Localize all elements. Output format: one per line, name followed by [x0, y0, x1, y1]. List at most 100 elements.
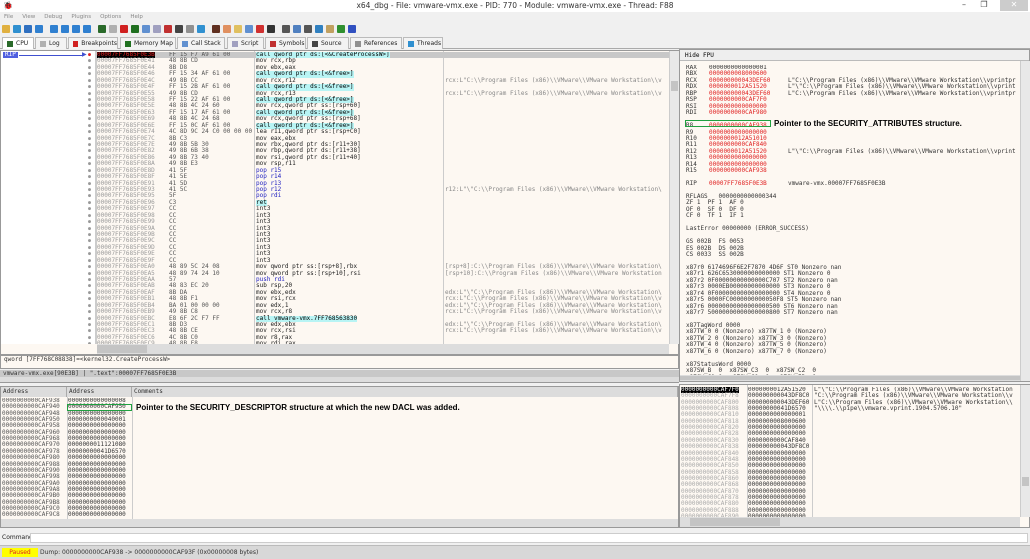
tab-breakpoints[interactable]: Breakpoints [68, 37, 118, 49]
menu-view[interactable]: View [22, 14, 35, 20]
register-value[interactable]: 00007FF7685F0E3B [709, 180, 767, 187]
tab-label: Symbols [279, 40, 305, 47]
dump-header-address[interactable]: Address [1, 387, 67, 397]
tab-call-stack[interactable]: Call Stack [177, 37, 225, 49]
memory-map-icon[interactable] [131, 24, 139, 33]
dump-header: Address Address Comments [1, 387, 678, 397]
dump-hscroll[interactable] [1, 519, 678, 527]
menu-options[interactable]: Options [100, 14, 121, 20]
stack-panel: 0000000000CAF7F0 0000000012A51520 L"\"C:\\… [679, 384, 1030, 528]
plugin-icon[interactable] [326, 24, 334, 33]
r8-highlight-box [685, 120, 771, 127]
open-icon[interactable] [2, 24, 10, 33]
about-icon[interactable] [348, 24, 356, 33]
tab-label: References [364, 40, 398, 47]
patch-icon[interactable] [212, 24, 220, 33]
stop-icon[interactable] [24, 24, 32, 33]
dump-header-comments[interactable]: Comments [132, 387, 678, 397]
tab-label: Log [49, 40, 60, 47]
pause-icon[interactable] [50, 24, 58, 33]
tab-source[interactable]: Source [307, 37, 349, 49]
tab-log[interactable]: Log [35, 37, 67, 49]
references-icon[interactable] [186, 24, 194, 33]
close-button[interactable]: ✕ [1000, 0, 1028, 11]
hide-fpu-button[interactable]: Hide FPU [680, 50, 1029, 61]
source-icon[interactable] [175, 24, 183, 33]
dump-rows[interactable]: 0000000000CAF938 0000000000000008 00000000… [1, 398, 678, 519]
settings-icon[interactable] [293, 24, 301, 33]
command-bar: Command: [0, 532, 1030, 544]
minimize-button[interactable]: – [955, 0, 973, 11]
calculator-icon[interactable] [304, 24, 312, 33]
breakpoint-icon[interactable] [120, 24, 128, 33]
menu-debug[interactable]: Debug [44, 14, 62, 20]
script-icon [232, 40, 238, 47]
restore-button[interactable]: ❐ [975, 0, 993, 11]
disassembly-vscroll[interactable] [669, 51, 679, 344]
register-line: CF 0 TF 1 IF 1 [686, 212, 744, 220]
breakpoint-dot-icon[interactable]: ● [88, 341, 91, 344]
menu-plugins[interactable]: Plugins [71, 14, 91, 20]
register-comment: vmware-vmx.00007FF7685F0E3B [788, 180, 886, 188]
stack-hscroll[interactable] [680, 517, 1020, 527]
fx-icon[interactable] [267, 24, 275, 33]
tab-script[interactable]: Script [227, 37, 264, 49]
toolbar [2, 23, 356, 34]
register-row[interactable]: RIP 00007FF7685F0E3B vmware-vmx.00007FF768… [686, 180, 1020, 188]
tab-cpu[interactable]: CPU [2, 37, 34, 49]
symbols-icon[interactable] [164, 24, 172, 33]
status-text: Dump: 0000000000CAF938 -> 0000000000CAF9… [40, 549, 259, 556]
tab-label: Threads [417, 40, 442, 47]
registers-vscroll[interactable] [1020, 61, 1030, 381]
tab-label: Call Stack [191, 40, 221, 47]
tab-memory-map[interactable]: Memory Map [120, 37, 176, 49]
dump-value: 0000000000000000 [68, 511, 126, 519]
status-bar: Paused Dump: 0000000000CAF938 -> 0000000… [0, 545, 1030, 559]
register-row[interactable]: RDI 0000000000CAF980 [686, 109, 1020, 116]
labels-icon[interactable] [234, 24, 242, 33]
dump-address: 0000000000CAF9C8 [2, 511, 60, 519]
threads-icon[interactable] [197, 24, 205, 33]
command-input[interactable] [30, 533, 1028, 543]
script-icon[interactable] [153, 24, 161, 33]
bug-icon[interactable] [337, 24, 345, 33]
restart-icon[interactable] [13, 24, 21, 33]
log-icon[interactable] [109, 24, 117, 33]
security-attributes-annotation: Pointer to the SECURITY_ATTRIBUTES struc… [774, 119, 962, 128]
threads-icon [408, 40, 414, 47]
source-icon [312, 40, 318, 47]
dump-row[interactable]: 0000000000CAF9C8 0000000000000000 [1, 511, 678, 519]
bookmarks-icon[interactable] [245, 24, 253, 33]
call-stack-icon[interactable] [142, 24, 150, 33]
tab-label: Script [241, 40, 259, 47]
stack-vscroll[interactable] [1020, 385, 1030, 517]
memory-map-icon [125, 40, 131, 47]
stack-rows[interactable]: 0000000000CAF7F0 0000000012A51520 L"\"C:\\… [680, 387, 1020, 517]
step-over-icon[interactable] [72, 24, 80, 33]
step-into-icon[interactable] [61, 24, 69, 33]
registers-hscroll[interactable] [680, 375, 1020, 381]
globe-icon[interactable] [315, 24, 323, 33]
disassembly-rows[interactable]: ● 00007FF7685F0E3B FF 15 F7 A9 61 00 call q… [1, 52, 669, 344]
dump-highlight-box [67, 404, 132, 411]
register-row[interactable]: R15 0000000000CAF938 [686, 167, 1020, 174]
tab-bar: CPU Log Breakpoints Memory Map Call Stack Scr… [0, 36, 1030, 49]
tab-symbols[interactable]: Symbols [265, 37, 306, 49]
dump-header-value[interactable]: Address [67, 387, 132, 397]
cpu-icon[interactable] [98, 24, 106, 33]
tab-threads[interactable]: Threads [403, 37, 443, 49]
execute-till-return-icon[interactable] [83, 24, 91, 33]
tab-references[interactable]: References [350, 37, 402, 49]
disassembly-hscroll[interactable] [97, 344, 669, 354]
run-icon[interactable] [35, 24, 43, 33]
font-icon[interactable] [282, 24, 290, 33]
menu-help[interactable]: Help [130, 14, 143, 20]
debug-state-badge: Paused [2, 548, 38, 557]
register-line: x87r7 50000000000000000800 ST7 Nonzero n… [686, 309, 838, 317]
rip-label: RIP [3, 51, 18, 59]
comments-icon[interactable] [223, 24, 231, 33]
register-line: LastError 00000000 (ERROR_SUCCESS) [686, 225, 809, 233]
functions-icon[interactable] [256, 24, 264, 33]
menu-file[interactable]: File [4, 14, 13, 20]
location-bar: vmware-vmx.exe[90E3B] | ".text":00007FF7… [0, 370, 679, 377]
